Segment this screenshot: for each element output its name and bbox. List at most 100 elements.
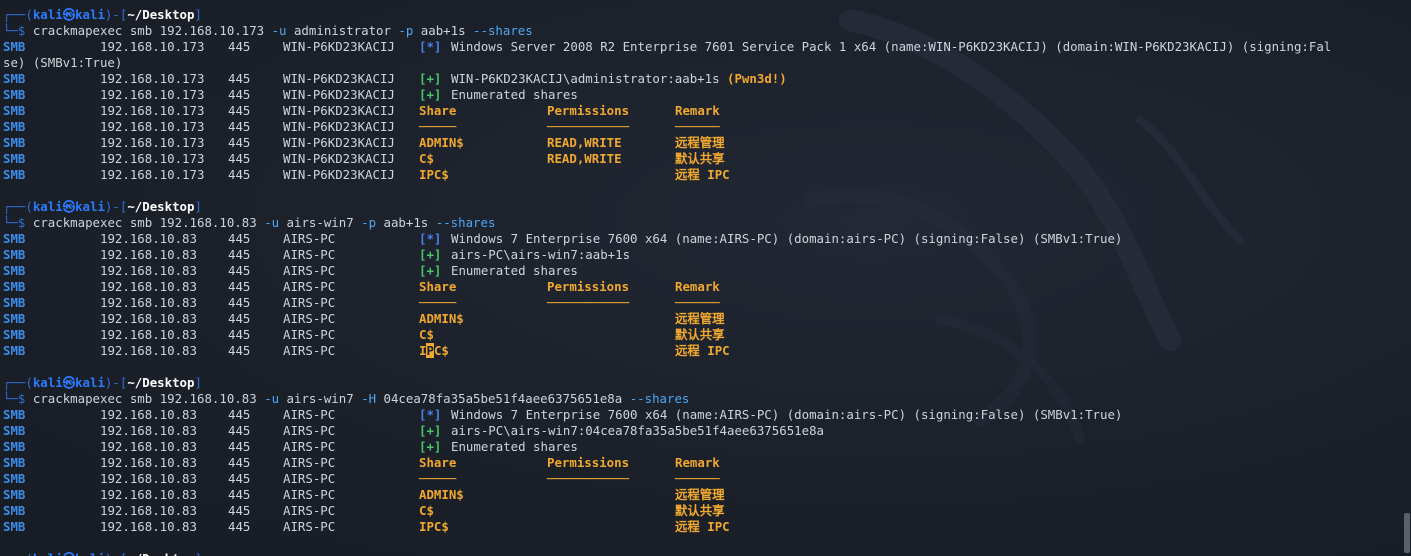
ip-address: 192.168.10.83 — [100, 327, 197, 342]
prompt-at-symbol: ㉿ — [62, 199, 76, 214]
share-name: ───── — [419, 119, 457, 134]
output-row: SMB 192.168.10.173 445 WIN-P6KD23KACIJ Share… — [0, 103, 1401, 119]
ip-address: 192.168.10.83 — [100, 263, 197, 278]
share-name: ───── — [419, 295, 457, 310]
port: 445 — [228, 135, 251, 150]
share-name: IPC$ — [419, 343, 449, 358]
command-text[interactable]: └─$ crackmapexec smb 192.168.10.83 -u ai… — [3, 391, 689, 407]
protocol-label: SMB — [3, 247, 26, 262]
port: 445 — [228, 167, 251, 182]
ip-address: 192.168.10.83 — [100, 311, 197, 326]
prompt-close: ] — [194, 7, 202, 22]
prompt-separator: )-[ — [104, 199, 128, 214]
command-arg: smb 192.168.10.83 — [122, 215, 265, 230]
command-text[interactable]: └─$ crackmapexec smb 192.168.10.173 -u a… — [3, 23, 533, 39]
status-message: Windows Server 2008 R2 Enterprise 7601 S… — [451, 39, 1332, 54]
prompt-header-text: ┌──(kali㉿kali)-[~/Desktop] — [3, 551, 202, 556]
terminal-window[interactable]: ┌──(kali㉿kali)-[~/Desktop] └─$ crackmapex… — [0, 0, 1411, 556]
ip-address: 192.168.10.83 — [100, 471, 197, 486]
prompt-corner: ┌──( — [3, 7, 33, 22]
share-remark: Remark — [675, 279, 720, 294]
scrollbar[interactable] — [1401, 0, 1411, 556]
status-tag: [+] — [419, 263, 442, 278]
share-permissions: READ,WRITE — [547, 135, 622, 150]
ip-address: 192.168.10.83 — [100, 279, 197, 294]
share-remark: 远程管理 — [675, 135, 725, 150]
protocol-label: SMB — [3, 87, 26, 102]
prompt-corner: ┌──( — [3, 551, 33, 556]
command-text[interactable]: └─$ crackmapexec smb 192.168.10.83 -u ai… — [3, 215, 495, 231]
status-tag: [*] — [419, 39, 442, 54]
ip-address: 192.168.10.173 — [100, 87, 205, 102]
host-name: AIRS-PC — [283, 263, 336, 278]
prompt-user: kali — [32, 7, 63, 22]
output-row: SMB 192.168.10.83 445 AIRS-PC ───── ─────────… — [0, 471, 1401, 487]
host-name: WIN-P6KD23KACIJ — [283, 151, 395, 166]
prompt-at-symbol: ㉿ — [62, 7, 76, 22]
share-permissions: ─────────── — [547, 295, 630, 310]
prompt-close: ] — [194, 375, 202, 390]
host-name: AIRS-PC — [283, 279, 336, 294]
prompt-at-symbol: ㉿ — [62, 375, 76, 390]
command-arg: airs-win7 — [279, 215, 362, 230]
port: 445 — [228, 39, 251, 54]
host-name: AIRS-PC — [283, 343, 336, 358]
share-permissions: READ,WRITE — [547, 151, 622, 166]
share-remark: ────── — [675, 295, 720, 310]
command-arg: --shares — [629, 391, 690, 406]
protocol-label: SMB — [3, 439, 26, 454]
command-arg: -p — [361, 215, 377, 230]
share-remark: 远程 IPC — [675, 519, 730, 534]
protocol-label: SMB — [3, 407, 26, 422]
port: 445 — [228, 263, 251, 278]
ip-address: 192.168.10.173 — [100, 103, 205, 118]
output-row: SMB 192.168.10.83 445 AIRS-PC IPC$ 远程 IPC — [0, 519, 1401, 535]
text-cursor: P — [426, 343, 434, 358]
host-name: AIRS-PC — [283, 503, 336, 518]
command-line: └─$ crackmapexec smb 192.168.10.173 -u a… — [0, 23, 1401, 39]
prompt-path: ~/Desktop — [127, 551, 194, 556]
share-remark: 远程管理 — [675, 311, 725, 326]
port: 445 — [228, 311, 251, 326]
scrollbar-thumb[interactable] — [1404, 513, 1410, 553]
port: 445 — [228, 151, 251, 166]
protocol-label: SMB — [3, 279, 26, 294]
share-permissions: Permissions — [547, 279, 630, 294]
output-row: SMB 192.168.10.173 445 WIN-P6KD23KACIJ [+] En… — [0, 87, 1401, 103]
status-message: WIN-P6KD23KACIJ\administrator:aab+1s (Pw… — [451, 71, 787, 86]
protocol-label: SMB — [3, 71, 26, 86]
status-message: Enumerated shares — [451, 263, 578, 278]
prompt-separator: )-[ — [105, 551, 127, 556]
share-remark: ────── — [675, 471, 720, 486]
ip-address: 192.168.10.173 — [100, 71, 205, 86]
protocol-label: SMB — [3, 103, 26, 118]
port: 445 — [228, 231, 251, 246]
prompt-user: kali — [32, 375, 63, 390]
wrapped-text: se) (SMBv1:True) — [3, 55, 123, 70]
share-name: ADMIN$ — [419, 487, 464, 502]
share-remark: 远程 IPC — [675, 343, 730, 358]
output-row: SMB 192.168.10.173 445 WIN-P6KD23KACIJ ADMIN… — [0, 135, 1401, 151]
status-tag: [+] — [419, 423, 442, 438]
ip-address: 192.168.10.83 — [100, 455, 197, 470]
ip-address: 192.168.10.83 — [100, 423, 197, 438]
status-message: Enumerated shares — [451, 439, 578, 454]
protocol-label: SMB — [3, 487, 26, 502]
share-name: ADMIN$ — [419, 311, 464, 326]
host-name: AIRS-PC — [283, 327, 336, 342]
ip-address: 192.168.10.83 — [100, 295, 197, 310]
port: 445 — [228, 279, 251, 294]
output-row: SMB 192.168.10.173 445 WIN-P6KD23KACIJ C$ REA… — [0, 151, 1401, 167]
command-arg: aab+1s — [413, 23, 474, 38]
prompt-user: kali — [33, 551, 63, 556]
ip-address: 192.168.10.173 — [100, 119, 205, 134]
host-name: AIRS-PC — [283, 295, 336, 310]
status-message: Windows 7 Enterprise 7600 x64 (name:AIRS… — [451, 407, 1123, 422]
prompt-at-symbol: ㉿ — [63, 551, 75, 556]
share-name: ───── — [419, 471, 457, 486]
host-name: AIRS-PC — [283, 231, 336, 246]
command-arg: -u — [264, 391, 280, 406]
status-message: airs-PC\airs-win7:aab+1s — [451, 247, 631, 262]
output-row: SMB 192.168.10.173 445 WIN-P6KD23KACIJ [+] WI… — [0, 71, 1401, 87]
